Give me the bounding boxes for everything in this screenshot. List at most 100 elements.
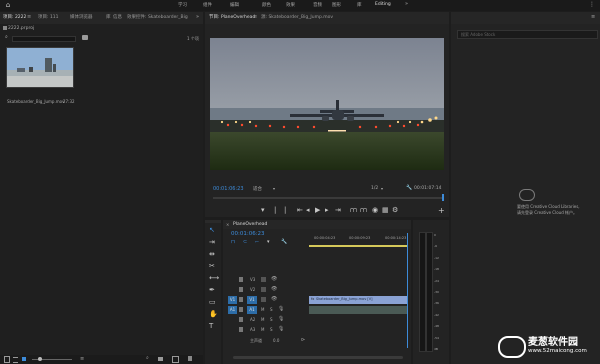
libraries-search-input[interactable]: 搜索 Adobe Stock	[457, 30, 598, 39]
source-patch-v1[interactable]: V1	[228, 296, 237, 304]
project-search-input[interactable]	[12, 36, 76, 42]
program-tab-menu-button[interactable]: ≡	[253, 14, 257, 20]
add-button-icon[interactable]: +	[438, 206, 445, 215]
tab-source[interactable]: 源: Skateboarder_Big_Jump.mov	[261, 12, 333, 24]
sequence-tab[interactable]: PlaneOverhead	[233, 222, 267, 227]
add-marker-icon[interactable]: ⌐	[255, 239, 259, 245]
workspace-tab-graphics[interactable]: 图形	[332, 2, 341, 8]
delete-icon[interactable]	[188, 356, 192, 361]
selection-tool-icon[interactable]: ↖	[209, 226, 215, 234]
lift-icon[interactable]: ⩋	[350, 206, 357, 215]
timeline-settings-icon[interactable]: 🔧	[281, 239, 287, 245]
microphone-icon[interactable]: 🎙	[278, 306, 284, 312]
mute-button[interactable]: M	[261, 307, 264, 312]
workspace-tab-audio[interactable]: 音频	[313, 2, 322, 8]
audio-clip[interactable]	[309, 306, 407, 314]
track-lock-icon[interactable]	[239, 327, 243, 332]
workspace-tab-effects[interactable]: 效果	[286, 2, 295, 8]
project-tab-menu-button[interactable]: ≡	[27, 14, 31, 20]
razor-tool-icon[interactable]: ✂	[209, 262, 215, 270]
pen-tool-icon[interactable]: ✒	[209, 286, 215, 294]
workspace-tab-color[interactable]: 颜色	[262, 2, 271, 8]
fit-dropdown[interactable]: 适合	[253, 186, 262, 192]
mark-out-icon[interactable]: |	[274, 206, 276, 214]
track-sync-icon[interactable]	[261, 277, 266, 282]
track-lock-icon[interactable]	[239, 287, 243, 292]
solo-button[interactable]: S	[270, 307, 273, 312]
mute-button[interactable]: M	[261, 327, 264, 332]
program-playhead[interactable]	[442, 194, 444, 201]
go-to-out-icon[interactable]: ⇥	[335, 206, 341, 214]
resolution-dropdown[interactable]: 1/2	[371, 186, 378, 191]
clip-thumbnail[interactable]	[6, 47, 74, 88]
timeline-playhead[interactable]	[407, 233, 408, 348]
export-frame-icon[interactable]: ◉	[372, 206, 378, 214]
settings-icon[interactable]: ⚙	[392, 206, 398, 214]
list-view-icon[interactable]	[13, 357, 18, 363]
track-eye-icon[interactable]: 👁	[271, 296, 277, 302]
track-lock-icon[interactable]	[239, 297, 243, 302]
track-sync-icon[interactable]	[261, 297, 266, 302]
track-lock-icon[interactable]	[239, 307, 243, 312]
extract-icon[interactable]: ⩋	[360, 206, 367, 215]
timeline-scrollbar[interactable]	[233, 356, 403, 359]
type-tool-icon[interactable]: T	[209, 322, 213, 330]
time-ruler[interactable]: 00:00:04:23 00:00:09:23 00:00:14:23	[309, 233, 411, 249]
workspace-tab-learn[interactable]: 学习	[178, 2, 187, 8]
play-icon[interactable]: ▶	[315, 206, 320, 214]
track-select-tool-icon[interactable]: ⇥	[209, 238, 215, 246]
sort-icon[interactable]: ≡	[80, 356, 84, 362]
timeline-timecode[interactable]: 00:01:06:23	[231, 231, 265, 237]
find-icon[interactable]: ⌕	[146, 355, 149, 361]
tab-overflow-button[interactable]: »	[196, 14, 199, 20]
resolution-chevron-icon[interactable]: ▾	[381, 186, 383, 191]
zoom-slider[interactable]	[32, 357, 72, 361]
solo-button[interactable]: S	[270, 317, 273, 322]
step-back-icon[interactable]: ◂	[306, 206, 310, 214]
track-label-a1[interactable]: A1	[247, 306, 257, 314]
workspace-tab-editing-2[interactable]: Editing	[375, 2, 391, 7]
master-meter-icon[interactable]: ⊳	[301, 337, 305, 343]
hand-tool-icon[interactable]: ✋	[209, 310, 218, 318]
workspace-tab-libraries[interactable]: 库	[357, 2, 362, 8]
compare-icon[interactable]: ▦	[382, 206, 389, 214]
track-eye-icon[interactable]: 👁	[271, 276, 277, 282]
go-to-in-icon[interactable]: ⇤	[297, 206, 303, 214]
microphone-icon[interactable]: 🎙	[278, 326, 284, 332]
mark-in-icon[interactable]: ▾	[261, 206, 265, 214]
program-timecode[interactable]: 00:01:06:23	[213, 186, 244, 192]
home-icon[interactable]: ⌂	[4, 1, 12, 9]
wrench-icon[interactable]: 🔧	[406, 185, 412, 191]
new-bin-icon[interactable]	[82, 35, 88, 40]
mark-clip-icon[interactable]: |	[284, 206, 286, 214]
program-scrub-bar[interactable]	[213, 194, 444, 201]
video-clip[interactable]: fx Skateboarder_Big_Jump.mov [V]	[309, 296, 407, 304]
tab-project-2222[interactable]: 项目: 2222	[3, 12, 26, 24]
track-lock-icon[interactable]	[239, 277, 243, 282]
tab-effect-controls[interactable]: 效果控件: Skateboarder_Big	[127, 12, 188, 24]
work-area-bar[interactable]	[309, 245, 407, 247]
slip-tool-icon[interactable]: ⟷	[209, 274, 219, 282]
zoom-slider-handle[interactable]	[38, 357, 42, 361]
tab-libraries[interactable]: 库	[106, 12, 111, 24]
master-volume[interactable]: 0.0	[273, 338, 279, 343]
workspace-tab-editing[interactable]: 编辑	[230, 2, 239, 8]
source-patch-a1[interactable]: A1	[228, 306, 237, 314]
marker-icon[interactable]: ▾	[267, 239, 270, 245]
linked-select-icon[interactable]: ⊂	[243, 239, 247, 245]
microphone-icon[interactable]: 🎙	[278, 316, 284, 322]
new-bin-bottom-icon[interactable]	[158, 357, 163, 361]
mute-button[interactable]: M	[261, 317, 264, 322]
new-item-icon[interactable]	[172, 356, 179, 363]
video-frame[interactable]	[210, 38, 444, 170]
tab-info[interactable]: 信息	[113, 12, 122, 24]
tab-media-browser[interactable]: 媒体浏览器	[70, 12, 93, 24]
ripple-edit-tool-icon[interactable]: ⇹	[209, 250, 215, 258]
timeline-close-icon[interactable]: ×	[226, 222, 229, 227]
lock-icon[interactable]	[4, 356, 10, 363]
more-icon[interactable]: ⋮	[588, 1, 596, 8]
track-sync-icon[interactable]	[261, 287, 266, 292]
icon-view-icon[interactable]	[22, 357, 26, 361]
workspace-overflow-button[interactable]: »	[405, 1, 408, 7]
workspace-tab-assembly[interactable]: 组件	[203, 2, 212, 8]
